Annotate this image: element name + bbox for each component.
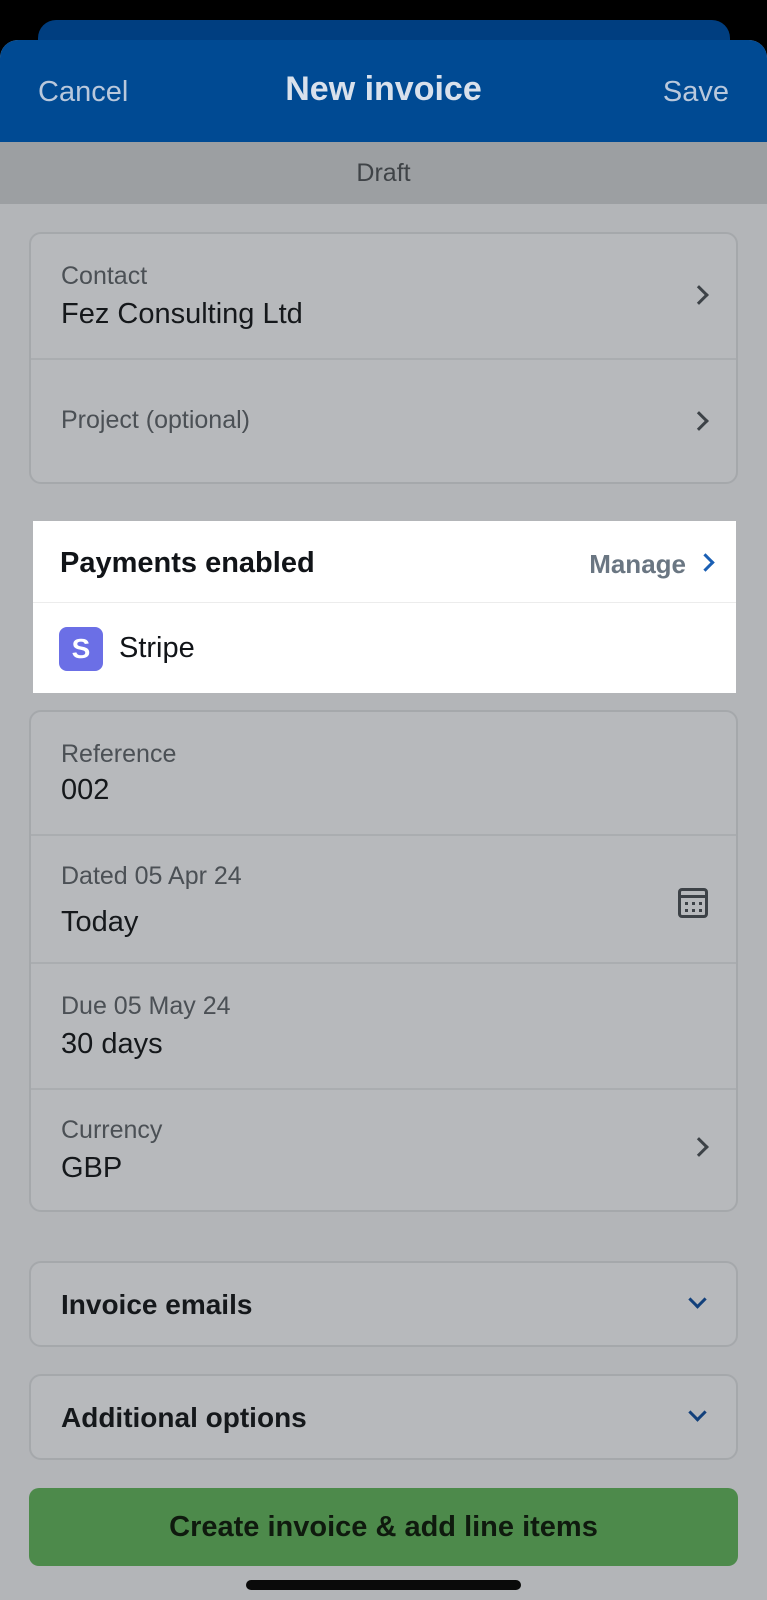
contact-card: Contact Fez Consulting Ltd Project (opti… — [29, 232, 738, 484]
stripe-logo-icon: S — [59, 627, 103, 671]
payments-card: Payments enabled Manage S Stripe — [33, 521, 736, 693]
due-value: 30 days — [61, 1028, 163, 1060]
currency-value: GBP — [61, 1152, 123, 1184]
save-button[interactable]: Save — [663, 76, 729, 109]
reference-label: Reference — [61, 740, 177, 768]
reference-row[interactable]: Reference 002 — [31, 712, 736, 836]
chevron-right-icon — [689, 411, 709, 431]
contact-row[interactable]: Contact Fez Consulting Ltd — [31, 234, 736, 360]
manage-payments-link[interactable]: Manage — [589, 549, 686, 580]
due-row[interactable]: Due 05 May 24 30 days — [31, 964, 736, 1090]
project-row[interactable]: Project (optional) — [31, 360, 736, 482]
contact-label: Contact — [61, 262, 148, 290]
invoice-emails-section[interactable]: Invoice emails — [29, 1261, 738, 1347]
status-banner: Draft — [0, 142, 767, 204]
additional-options-title: Additional options — [61, 1402, 307, 1433]
dated-value: Today — [61, 906, 139, 938]
payments-title: Payments enabled — [60, 547, 315, 579]
dated-label: Dated 05 Apr 24 — [61, 862, 242, 890]
due-label: Due 05 May 24 — [61, 992, 231, 1020]
chevron-right-icon[interactable] — [696, 553, 715, 572]
invoice-sheet: Cancel New invoice Save Draft Contact Fe… — [0, 40, 767, 1600]
navigation-bar: Cancel New invoice Save — [0, 40, 767, 142]
chevron-down-icon — [688, 1403, 707, 1422]
home-indicator — [246, 1580, 521, 1590]
create-invoice-label: Create invoice & add line items — [169, 1510, 598, 1543]
chevron-down-icon — [688, 1290, 707, 1309]
details-card: Reference 002 Dated 05 Apr 24 Today Due … — [29, 710, 738, 1212]
payment-provider-label: Stripe — [119, 632, 195, 664]
payments-header: Payments enabled Manage — [33, 521, 736, 603]
currency-label: Currency — [61, 1116, 163, 1144]
calendar-icon[interactable] — [678, 888, 708, 918]
currency-row[interactable]: Currency GBP — [31, 1090, 736, 1210]
project-label: Project (optional) — [61, 406, 250, 434]
invoice-emails-title: Invoice emails — [61, 1289, 253, 1320]
chevron-right-icon — [689, 285, 709, 305]
chevron-right-icon — [689, 1137, 709, 1157]
dated-row[interactable]: Dated 05 Apr 24 Today — [31, 836, 736, 964]
reference-value[interactable]: 002 — [61, 774, 109, 807]
additional-options-section[interactable]: Additional options — [29, 1374, 738, 1460]
page-title: New invoice — [285, 70, 482, 108]
create-invoice-button[interactable]: Create invoice & add line items — [29, 1488, 738, 1566]
contact-value: Fez Consulting Ltd — [61, 298, 303, 330]
status-text: Draft — [356, 158, 411, 187]
